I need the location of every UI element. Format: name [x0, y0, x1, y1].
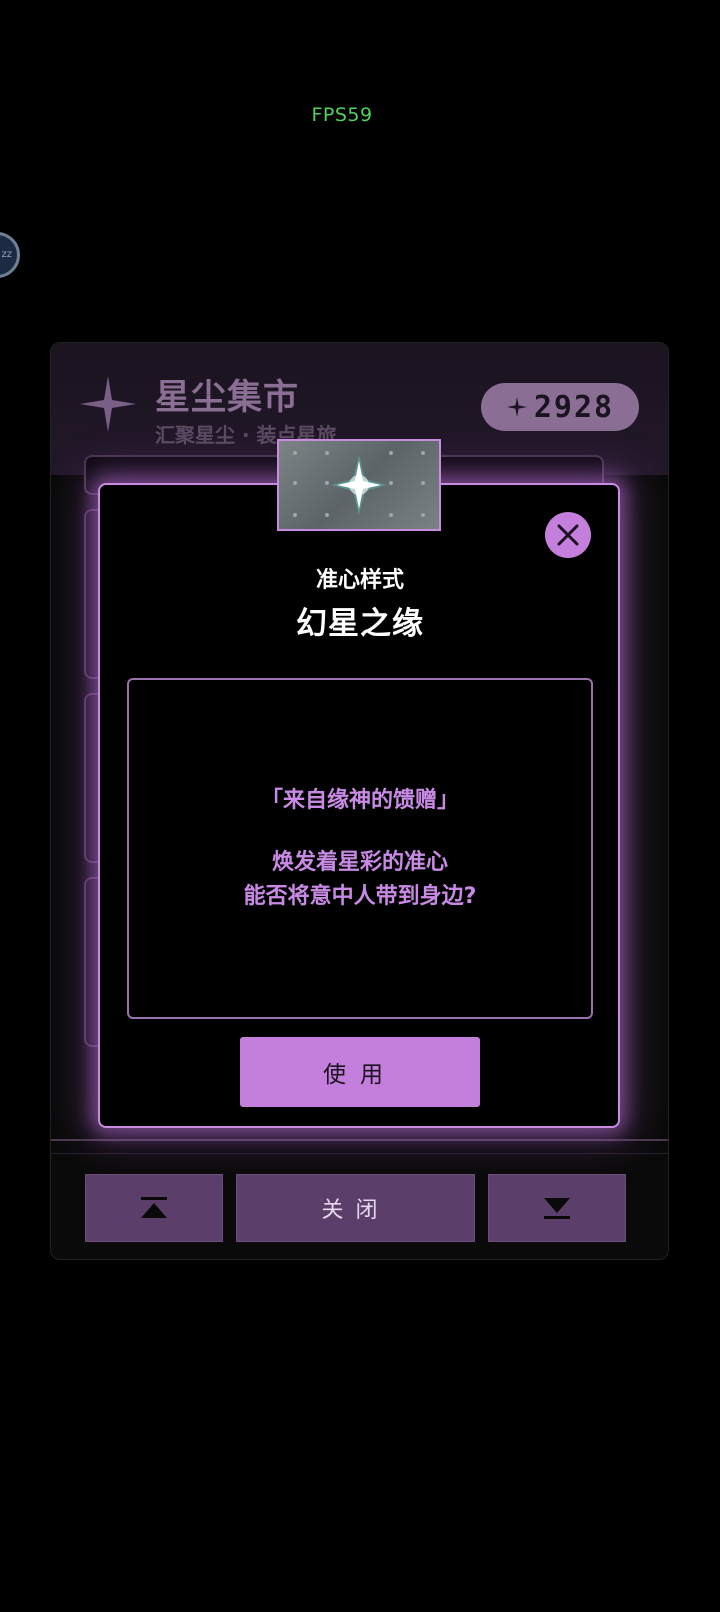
item-preview	[277, 439, 441, 531]
currency-badge: 2928	[481, 383, 639, 431]
crosshair-preview-icon	[293, 451, 425, 517]
divider	[51, 1153, 668, 1154]
close-button[interactable]: 关闭	[236, 1174, 475, 1242]
modal-close-button[interactable]	[545, 512, 591, 558]
description-line: 焕发着星彩的准心	[271, 849, 448, 875]
shop-title: 星尘集市	[155, 378, 300, 418]
scroll-bottom-button[interactable]	[488, 1174, 626, 1242]
scroll-top-icon	[141, 1197, 167, 1218]
divider	[51, 1139, 668, 1141]
description-line: 能否将意中人带到身边?	[243, 883, 477, 909]
stardust-icon	[506, 397, 527, 417]
scroll-bottom-icon	[544, 1198, 570, 1219]
currency-value: 2928	[533, 389, 615, 425]
star-icon	[80, 376, 136, 432]
scroll-top-button[interactable]	[85, 1174, 223, 1242]
fps-counter: FPS59	[311, 104, 373, 126]
item-name: 幻星之缘	[296, 606, 424, 642]
item-category: 准心样式	[315, 568, 404, 593]
item-description: 「来自缘神的馈赠」 焕发着星彩的准心 能否将意中人带到身边?	[127, 678, 593, 1019]
floating-bubble[interactable]: zz	[0, 232, 20, 278]
close-icon	[557, 524, 579, 546]
use-button[interactable]: 使用	[240, 1037, 480, 1107]
description-quote: 「来自缘神的馈赠」	[260, 787, 459, 813]
